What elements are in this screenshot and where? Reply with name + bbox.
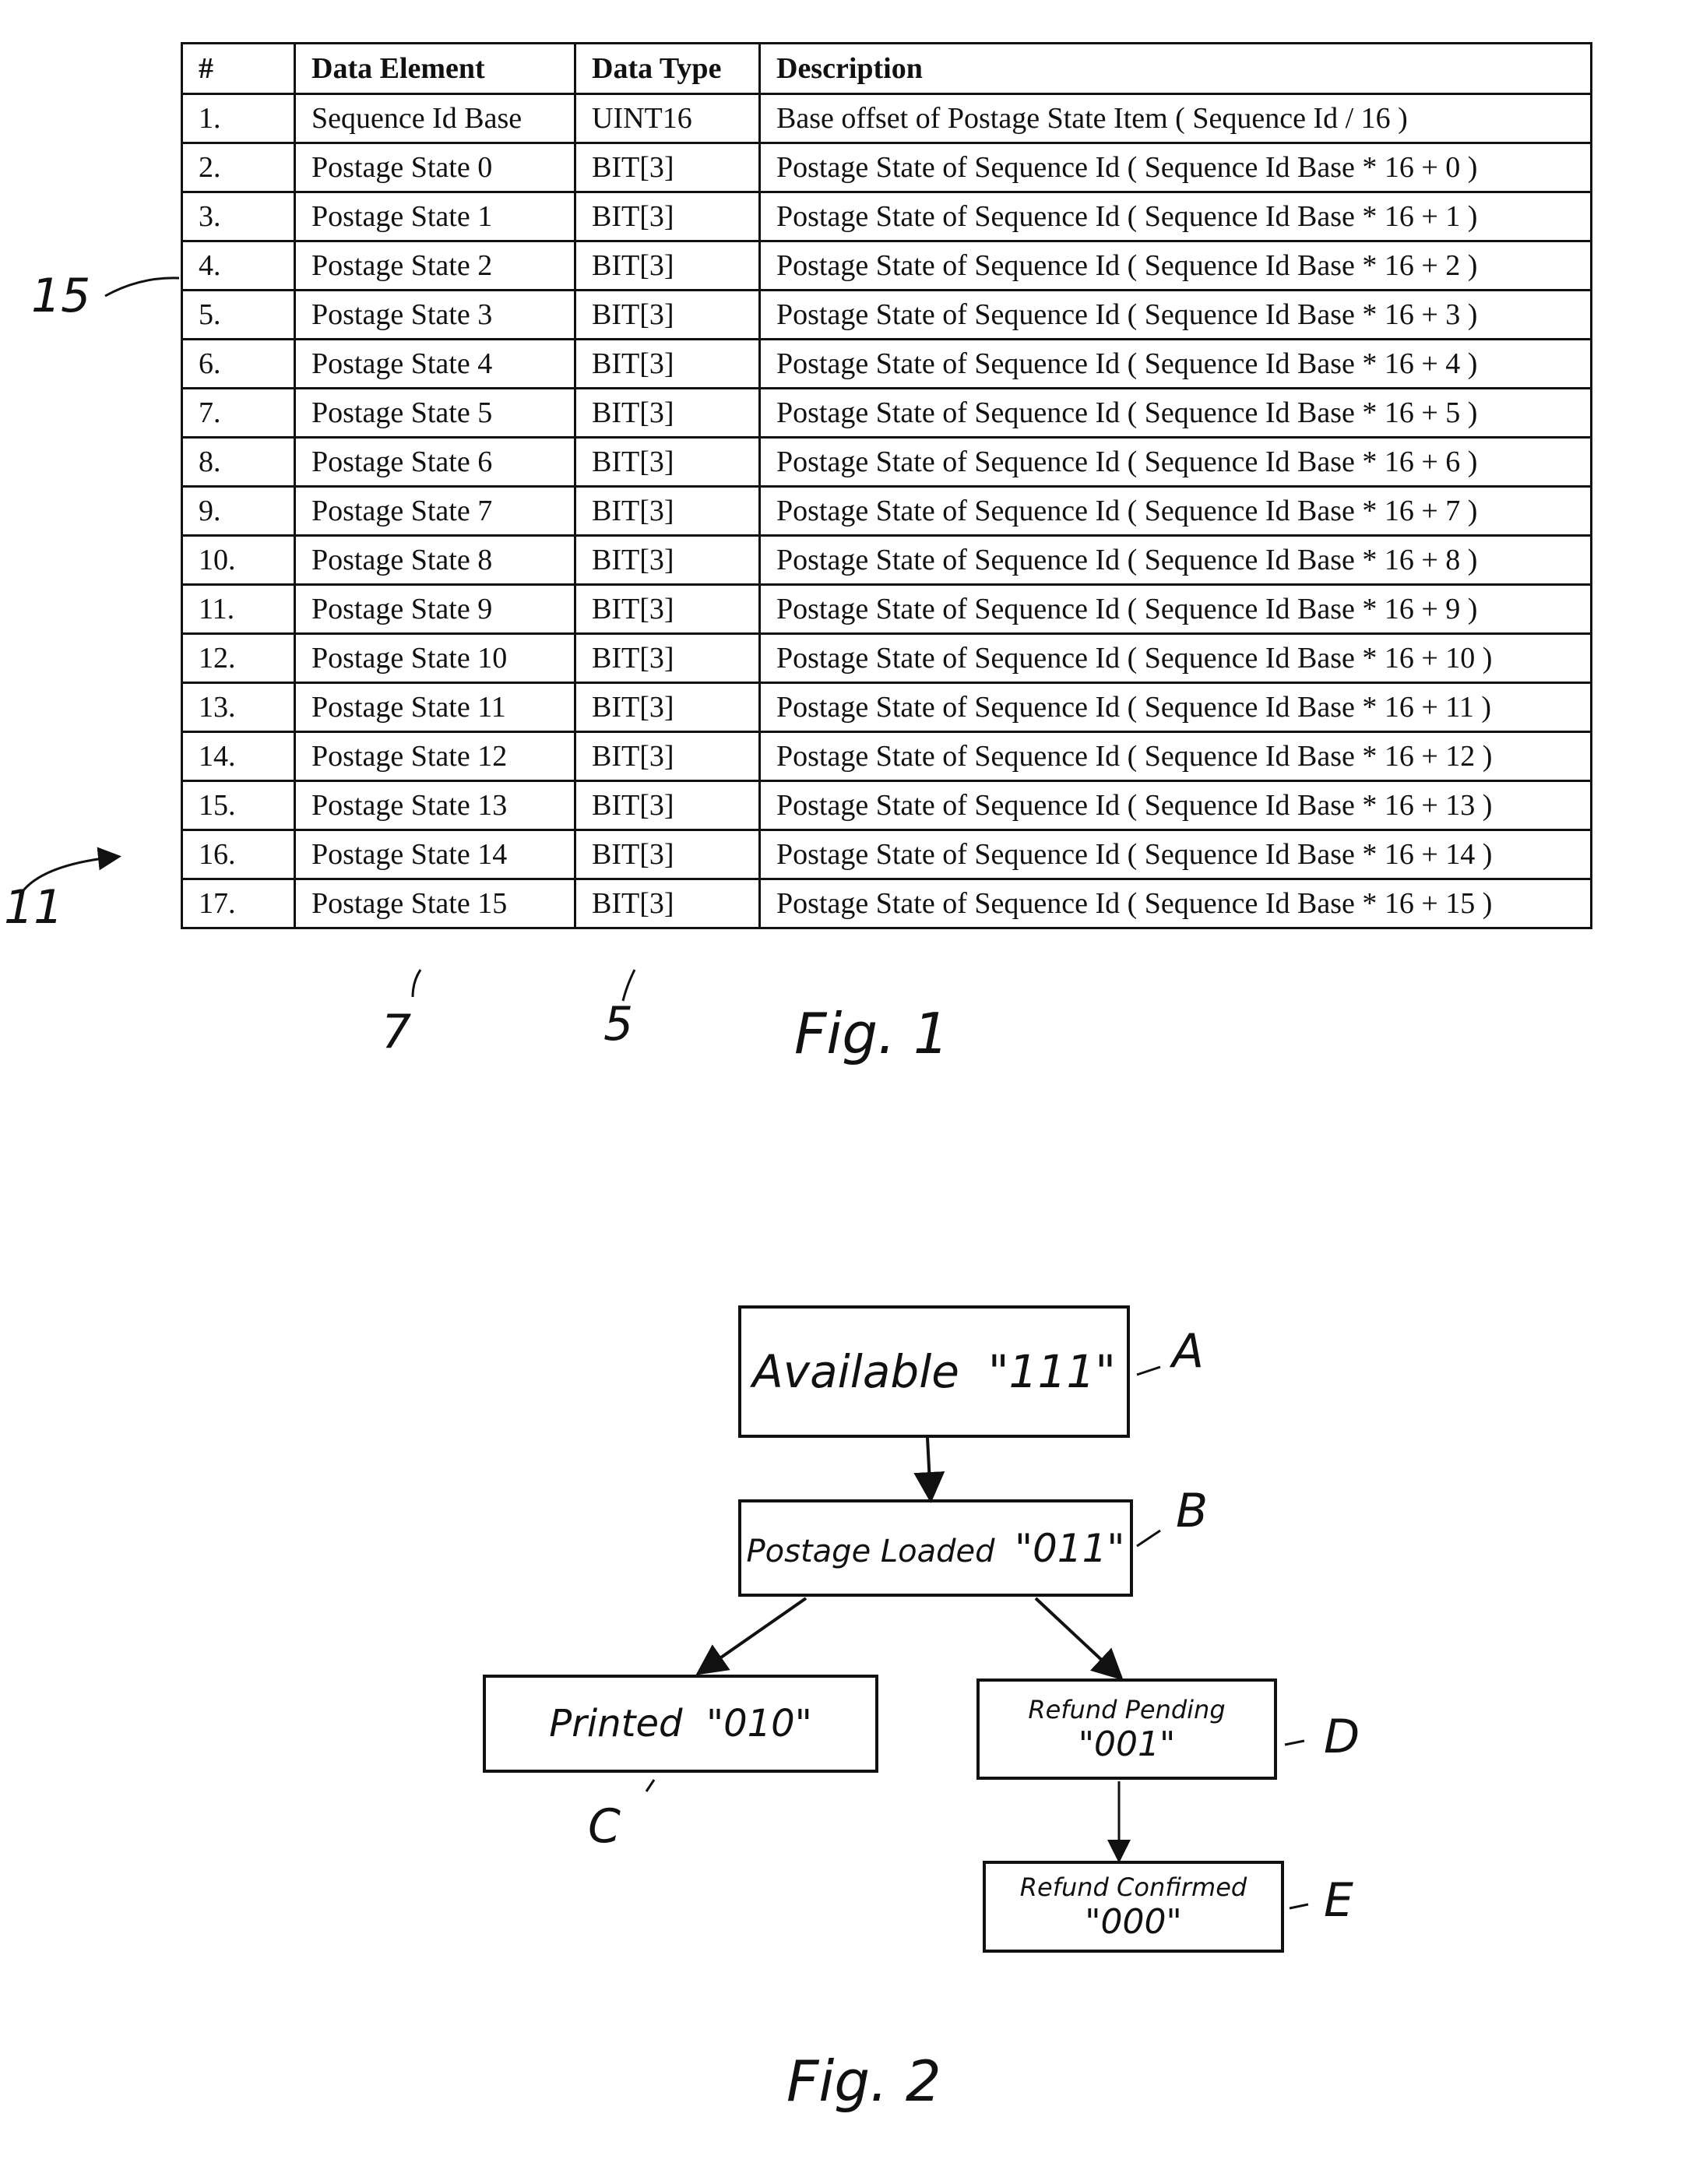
leader-line-7 xyxy=(411,969,422,998)
leader-tick-a xyxy=(1136,1365,1161,1376)
annotation-lines xyxy=(18,277,1309,1910)
leader-line-5 xyxy=(621,969,636,1002)
transition-arrow-b-d xyxy=(1034,1597,1124,1681)
leader-tick-c xyxy=(645,1779,656,1792)
transition-arrow-a-b xyxy=(913,1437,945,1503)
leader-line-15 xyxy=(104,277,180,298)
leader-tick-d xyxy=(1284,1739,1305,1746)
transition-arrow-b-c xyxy=(695,1597,808,1675)
leader-tick-e xyxy=(1289,1903,1309,1910)
leader-arrow-11 xyxy=(18,847,121,896)
leader-tick-b xyxy=(1136,1529,1161,1548)
